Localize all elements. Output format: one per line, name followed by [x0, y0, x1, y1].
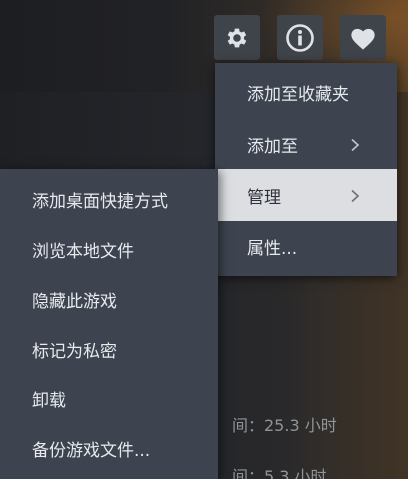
info-button[interactable]	[277, 15, 323, 60]
submenu-item-label: 隐藏此游戏	[32, 291, 117, 312]
submenu-item-label: 浏览本地文件	[32, 241, 134, 262]
info-icon	[285, 23, 315, 53]
submenu-item-mark-private[interactable]: 标记为私密	[0, 324, 218, 374]
favorite-button[interactable]	[340, 15, 386, 60]
menu-item-manage[interactable]: 管理	[215, 169, 397, 221]
playtime-stat-secondary: 间：5.3 小时	[232, 467, 327, 479]
chevron-right-icon	[349, 137, 361, 152]
playtime-stat: 间：25.3 小时	[232, 416, 337, 435]
settings-button[interactable]	[214, 15, 260, 60]
submenu-item-browse-local-files[interactable]: 浏览本地文件	[0, 224, 218, 274]
menu-item-label: 管理	[247, 187, 281, 208]
submenu-item-label: 标记为私密	[32, 341, 117, 362]
submenu-item-label: 备份游戏文件...	[32, 440, 151, 461]
submenu-item-add-desktop-shortcut[interactable]: 添加桌面快捷方式	[0, 174, 218, 224]
menu-item-label: 添加至收藏夹	[247, 84, 349, 105]
game-context-menu: 添加至收藏夹 添加至 管理 属性...	[215, 63, 397, 276]
menu-item-properties[interactable]: 属性...	[215, 220, 397, 272]
submenu-item-label: 卸载	[32, 390, 66, 411]
heart-icon	[349, 25, 377, 51]
submenu-item-label: 添加桌面快捷方式	[32, 191, 168, 212]
chevron-right-icon	[349, 188, 361, 203]
menu-item-label: 添加至	[247, 136, 298, 157]
menu-item-add-to-favorites[interactable]: 添加至收藏夹	[215, 66, 397, 118]
manage-submenu: 添加桌面快捷方式 浏览本地文件 隐藏此游戏 标记为私密 卸载 备份游戏文件...	[0, 169, 218, 479]
menu-item-add-to[interactable]: 添加至	[215, 118, 397, 170]
submenu-item-backup-game-files[interactable]: 备份游戏文件...	[0, 423, 218, 473]
menu-item-label: 属性...	[247, 238, 298, 259]
gear-icon	[224, 25, 250, 51]
submenu-item-uninstall[interactable]: 卸载	[0, 373, 218, 423]
submenu-item-hide-game[interactable]: 隐藏此游戏	[0, 274, 218, 324]
